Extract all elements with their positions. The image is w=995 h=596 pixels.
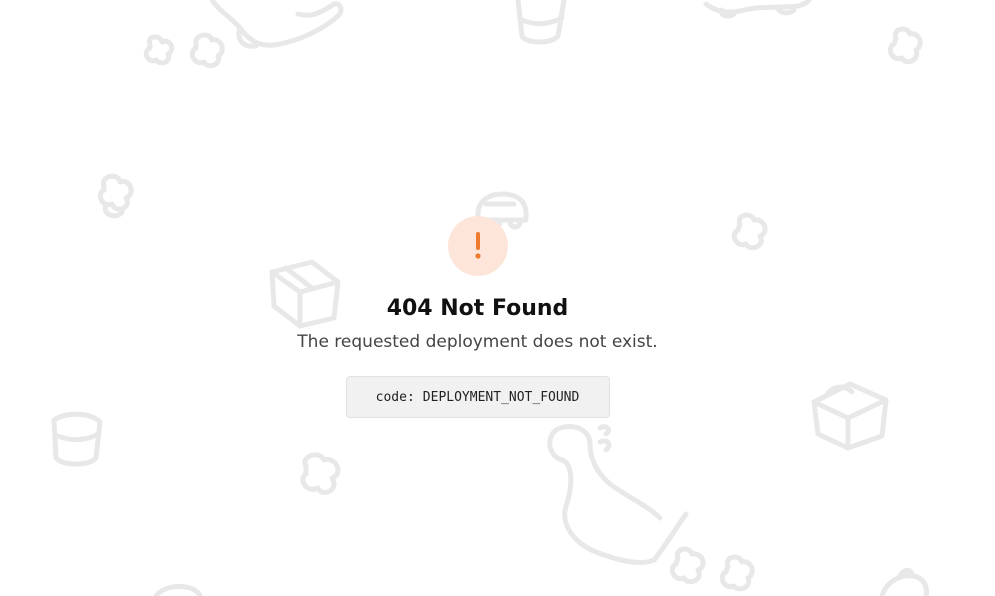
flower-icon xyxy=(97,173,134,219)
error-code-label: code: xyxy=(375,389,415,405)
page-title: 404 Not Found xyxy=(386,296,569,321)
error-code-value: DEPLOYMENT_NOT_FOUND xyxy=(422,389,580,405)
crab-icon xyxy=(153,583,203,596)
crab-icon xyxy=(703,0,812,19)
flower-icon xyxy=(719,554,755,592)
crab-icon xyxy=(879,567,929,596)
flower-icon xyxy=(887,26,923,65)
error-page: 404 Not Found The requested deployment d… xyxy=(0,0,995,596)
error-message: The requested deployment does not exist. xyxy=(297,332,658,352)
dinosaur-icon xyxy=(547,424,689,565)
flower-icon xyxy=(189,32,225,69)
flower-icon xyxy=(143,34,175,66)
error-panel: 404 Not Found The requested deployment d… xyxy=(0,216,955,418)
error-code-box: code: DEPLOYMENT_NOT_FOUND xyxy=(345,376,610,418)
flower-icon xyxy=(300,452,341,495)
alert-badge xyxy=(447,216,508,276)
bucket-icon xyxy=(515,0,567,45)
dinosaur-icon xyxy=(209,0,344,49)
bucket-icon xyxy=(51,411,103,467)
exclamation-icon xyxy=(474,232,481,259)
flower-icon xyxy=(669,546,706,585)
